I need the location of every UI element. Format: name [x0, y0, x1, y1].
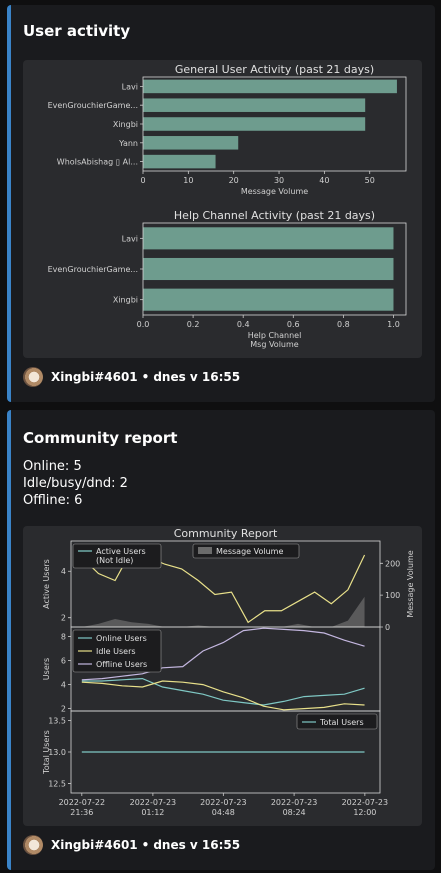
footer-author: Xingbi#4601 — [51, 838, 138, 852]
chart-image-community-report[interactable]: Community Report 2 4 Active Users 0 100 200 Mes… — [23, 526, 422, 826]
panel-1-ylabel-right: Message Volume — [406, 550, 415, 617]
footer-timestamp: dnes v 16:55 — [153, 370, 241, 384]
help-activity-bar — [143, 288, 394, 311]
report-xtick-label: 2022-07-23 08:24 — [271, 798, 318, 817]
general-activity-bar — [143, 117, 366, 131]
general-activity-xtick-label: 0 — [140, 176, 145, 185]
footer-separator: • — [141, 370, 150, 384]
general-activity-xtick-label: 20 — [229, 176, 239, 185]
community-report-chart: Community Report 2 4 Active Users 0 100 200 Mes… — [42, 527, 415, 817]
legend-swatch-volume — [198, 547, 212, 554]
general-activity-bar — [143, 136, 239, 150]
panel-3-ytick-label: 13.5 — [48, 716, 66, 725]
help-activity-bar — [143, 257, 394, 281]
embed-user-activity: User activity General User Activity (pas… — [7, 5, 435, 402]
legend-label-message-volume: Message Volume — [216, 547, 283, 556]
avatar[interactable] — [23, 835, 43, 855]
general-activity-category-label: Lavi — [122, 82, 138, 91]
general-activity-category-label: WhoIsAbishag ▯ Al... — [57, 158, 138, 167]
help-activity-title: Help Channel Activity (past 21 days) — [174, 209, 375, 222]
report-xtick-label: 2022-07-23 04:48 — [200, 798, 247, 817]
report-title: Community Report — [174, 527, 278, 540]
panel-1-series-message-volume — [81, 596, 365, 627]
general-activity-xtick-label: 10 — [183, 176, 193, 185]
report-xtick-label: 2022-07-22 21:36 — [59, 798, 106, 817]
panel-2-ytick-label: 4 — [61, 681, 66, 690]
panel-2-ylabel: Users — [42, 658, 51, 680]
panel-1-ytick-right-label: 100 — [385, 591, 400, 600]
embed-title: User activity — [23, 22, 131, 40]
panel-2-ytick-label: 6 — [61, 657, 66, 666]
general-activity-category-label: Xingbi — [113, 120, 138, 129]
embed-footer: Xingbi#4601 • dnes v 16:55 — [23, 835, 240, 855]
general-activity-xtick-label: 50 — [365, 176, 375, 185]
help-activity-category-label: Lavi — [122, 234, 138, 243]
embed-footer: Xingbi#4601 • dnes v 16:55 — [23, 367, 240, 387]
general-activity-category-label: Yann — [118, 139, 138, 148]
stat-offline: Offline: 6 — [23, 493, 83, 508]
help-activity-category-label: EvenGrouchierGame... — [48, 265, 138, 274]
footer-author: Xingbi#4601 — [51, 370, 138, 384]
panel-1-ytick-right-label: 200 — [385, 559, 400, 568]
general-activity-xlabel: Message Volume — [241, 187, 308, 196]
panel-3-ylabel: Total Users — [42, 730, 51, 775]
footer-separator: • — [141, 838, 150, 852]
panel-1-ytick-label: 4 — [61, 567, 66, 576]
footer-timestamp: dnes v 16:55 — [153, 838, 241, 852]
general-activity-xtick-label: 40 — [319, 176, 329, 185]
general-activity-xtick-label: 30 — [274, 176, 284, 185]
stat-idle: Idle/busy/dnd: 2 — [23, 476, 128, 491]
stat-online: Online: 5 — [23, 459, 82, 474]
stats-block: Online: 5 Idle/busy/dnd: 2 Offline: 6 — [23, 458, 128, 509]
general-activity-category-label: EvenGrouchierGame... — [48, 101, 138, 110]
legend-label-total-users: Total Users — [319, 718, 364, 727]
legend-label-status: Offline Users — [96, 660, 147, 669]
help-activity-xlabel: Help Channel Msg Volume — [248, 331, 302, 349]
panel-1-ytick-right-label: 0 — [385, 623, 390, 632]
help-activity-xtick-label: 0.4 — [237, 320, 250, 329]
chart-image-user-activity[interactable]: General User Activity (past 21 days) Lavi… — [23, 60, 422, 358]
report-xtick-label: 2022-07-23 01:12 — [130, 798, 177, 817]
help-activity-xtick-label: 1.0 — [387, 320, 400, 329]
general-activity-bar — [143, 98, 366, 112]
embed-title: Community report — [23, 429, 178, 447]
panel-2-ytick-label: 2 — [61, 705, 66, 714]
panel-1-ylabel: Active Users — [42, 559, 51, 609]
panel-2-ytick-label: 8 — [61, 633, 66, 642]
panel-1-ytick-label: 2 — [61, 614, 66, 623]
help-activity-xtick-label: 0.8 — [337, 320, 350, 329]
panel-3-ytick-label: 12.5 — [48, 780, 66, 789]
general-activity-bar — [143, 79, 397, 94]
help-activity-xtick-label: 0.6 — [287, 320, 300, 329]
activity-charts: General User Activity (past 21 days) Lavi… — [48, 63, 407, 349]
help-activity-xtick-label: 0.2 — [187, 320, 200, 329]
help-activity-category-label: Xingbi — [113, 296, 138, 305]
general-activity-bar — [143, 154, 216, 169]
legend-label-status: Online Users — [96, 634, 147, 643]
embed-community-report: Community report Online: 5 Idle/busy/dnd… — [7, 410, 435, 870]
help-activity-xtick-label: 0.0 — [137, 320, 150, 329]
legend-label-status: Idle Users — [96, 647, 136, 656]
general-activity-title: General User Activity (past 21 days) — [175, 63, 374, 76]
report-xtick-label: 2022-07-23 12:00 — [342, 798, 389, 817]
avatar[interactable] — [23, 367, 43, 387]
help-activity-bar — [143, 227, 394, 250]
